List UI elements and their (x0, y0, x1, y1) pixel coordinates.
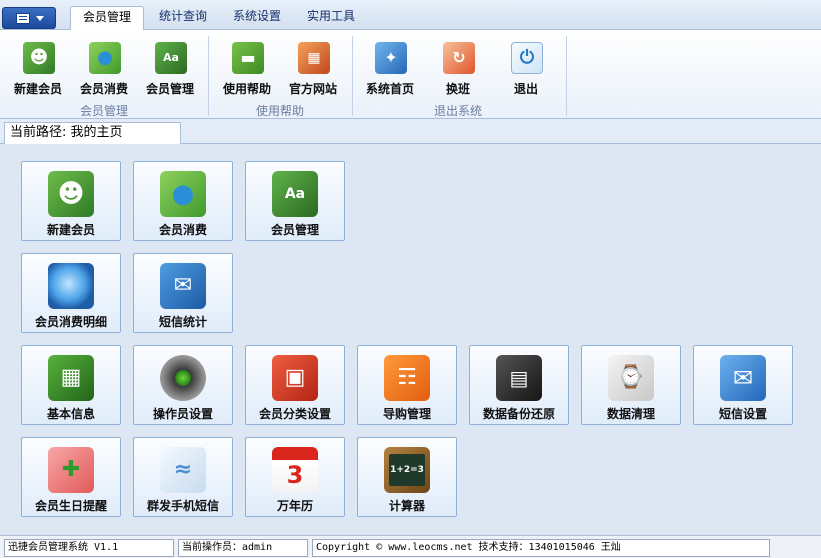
group-label-exit-system: 退出系统 (433, 104, 482, 118)
tile-calculator[interactable]: 1+2=3 计算器 (357, 437, 457, 517)
tile-label: 数据清理 (606, 407, 655, 421)
ribbon-button-label: 退出 (513, 82, 538, 96)
status-app-name: 迅捷会员管理系统 V1.1 (4, 539, 174, 557)
gear-icon (160, 355, 206, 401)
shopping-cart-icon: ⌚ (608, 355, 654, 401)
power-icon: ⏻ (511, 42, 543, 74)
chip-icon: ▦ (48, 355, 94, 401)
breadcrumb[interactable]: 当前路径: 我的主页 (4, 122, 181, 145)
group-label-help: 使用帮助 (255, 104, 304, 118)
ribbon-button-label: 换班 (445, 82, 470, 96)
tab-statistics-query[interactable]: 统计查询 (150, 6, 216, 30)
app-menu-button[interactable] (2, 7, 56, 29)
tile-label: 会员消费 (158, 223, 207, 237)
tile-label: 万年历 (276, 499, 313, 513)
tile-operator-settings[interactable]: 操作员设置 (133, 345, 233, 425)
envelope-icon: ✉ (720, 355, 766, 401)
magnifier-icon (48, 263, 94, 309)
ribbon-exit-button[interactable]: ⏻ 退出 (498, 42, 554, 100)
breadcrumb-label: 当前路径: (10, 125, 67, 140)
tile-shopping-guide-manage[interactable]: ☶ 导购管理 (357, 345, 457, 425)
breadcrumb-current: 我的主页 (70, 125, 123, 140)
water-drop-icon: ● (89, 42, 121, 74)
tile-basic-info[interactable]: ▦ 基本信息 (21, 345, 121, 425)
group-separator (208, 36, 209, 116)
calculator-board-icon: 1+2=3 (384, 447, 430, 493)
tile-birthday-reminder[interactable]: ✚ 会员生日提醒 (21, 437, 121, 517)
ribbon-home-button[interactable]: ✦ 系统首页 (362, 42, 418, 100)
ribbon-toolbar: ☻ 新建会员 ● 会员消费 Aa 会员管理 ▬ 使用帮助 ▦ 官方网站 ✦ 系统… (0, 30, 821, 119)
mail-icon: ✉ (160, 263, 206, 309)
ribbon-button-label: 官方网站 (288, 82, 337, 96)
tile-sms-statistics[interactable]: ✉ 短信统计 (133, 253, 233, 333)
tile-label: 基本信息 (46, 407, 95, 421)
member-book-icon: ☻ (48, 171, 94, 217)
tab-member-management[interactable]: 会员管理 (70, 6, 144, 31)
gift-icon: ✚ (48, 447, 94, 493)
tile-new-member[interactable]: ☻ 新建会员 (21, 161, 121, 241)
ribbon-new-member-button[interactable]: ☻ 新建会员 (10, 42, 66, 100)
calculator-formula: 1+2=3 (390, 465, 424, 475)
breadcrumb-bar: 当前路径: 我的主页 (0, 119, 821, 145)
water-drop-icon: ● (160, 171, 206, 217)
tile-consume-detail[interactable]: 会员消费明细 (21, 253, 121, 333)
chat-bubble-icon: ▬ (232, 42, 264, 74)
org-chart-icon: ☶ (384, 355, 430, 401)
ribbon-button-label: 会员管理 (145, 82, 194, 96)
tile-bulk-sms[interactable]: ≈ 群发手机短信 (133, 437, 233, 517)
aa-book-icon: Aa (272, 171, 318, 217)
group-label-member-management: 会员管理 (79, 104, 128, 118)
tile-sms-settings[interactable]: ✉ 短信设置 (693, 345, 793, 425)
status-copyright: Copyright © www.leocms.net 技术支持：13401015… (312, 539, 770, 557)
tab-utilities[interactable]: 实用工具 (298, 6, 364, 30)
aa-book-icon: Aa (155, 42, 187, 74)
ribbon-help-button[interactable]: ▬ 使用帮助 (219, 42, 275, 100)
ribbon-member-consume-button[interactable]: ● 会员消费 (76, 42, 132, 100)
ribbon-button-label: 系统首页 (365, 82, 414, 96)
status-operator: 当前操作员：admin (178, 539, 308, 557)
tile-member-consume[interactable]: ● 会员消费 (133, 161, 233, 241)
caret-down-icon (36, 16, 44, 21)
ribbon-button-label: 新建会员 (13, 82, 62, 96)
tile-label: 计算器 (388, 499, 425, 513)
ribbon-button-label: 使用帮助 (222, 82, 271, 96)
tile-perpetual-calendar[interactable]: 3 万年历 (245, 437, 345, 517)
tile-label: 导购管理 (382, 407, 431, 421)
menu-icon (16, 13, 30, 24)
ribbon-button-label: 会员消费 (79, 82, 128, 96)
tile-label: 短信统计 (158, 315, 207, 329)
group-separator (352, 36, 353, 116)
puzzle-icon: ▣ (272, 355, 318, 401)
home-tile-panel: ☻ 新建会员 ● 会员消费 Aa 会员管理 会员消费明细 ✉ 短信统计 ▦ 基本… (0, 144, 821, 535)
tile-label: 会员管理 (270, 223, 319, 237)
tile-member-category-settings[interactable]: ▣ 会员分类设置 (245, 345, 345, 425)
status-bar: 迅捷会员管理系统 V1.1 当前操作员：admin Copyright © ww… (0, 535, 821, 558)
tile-data-cleanup[interactable]: ⌚ 数据清理 (581, 345, 681, 425)
tile-label: 会员消费明细 (34, 315, 107, 329)
tile-label: 会员生日提醒 (34, 499, 107, 513)
calendar-icon: 3 (272, 447, 318, 493)
tile-member-manage[interactable]: Aa 会员管理 (245, 161, 345, 241)
floppy-disk-icon: ▤ (496, 355, 542, 401)
tile-label: 数据备份还原 (482, 407, 555, 421)
wifi-icon: ≈ (160, 447, 206, 493)
tile-data-backup-restore[interactable]: ▤ 数据备份还原 (469, 345, 569, 425)
swap-icon: ↻ (443, 42, 475, 74)
ribbon-official-site-button[interactable]: ▦ 官方网站 (285, 42, 341, 100)
tile-label: 群发手机短信 (146, 499, 219, 513)
storefront-icon: ▦ (298, 42, 330, 74)
member-book-icon: ☻ (23, 42, 55, 74)
tile-label: 会员分类设置 (258, 407, 331, 421)
ribbon-member-manage-button[interactable]: Aa 会员管理 (142, 42, 198, 100)
tile-label: 新建会员 (46, 223, 95, 237)
calendar-day: 3 (286, 461, 304, 489)
group-separator (566, 36, 567, 116)
tile-label: 操作员设置 (152, 407, 213, 421)
compass-icon: ✦ (375, 42, 407, 74)
tile-label: 短信设置 (718, 407, 767, 421)
title-bar: 会员管理 统计查询 系统设置 实用工具 (0, 0, 821, 31)
tab-system-settings[interactable]: 系统设置 (224, 6, 290, 30)
ribbon-shift-change-button[interactable]: ↻ 换班 (430, 42, 486, 100)
